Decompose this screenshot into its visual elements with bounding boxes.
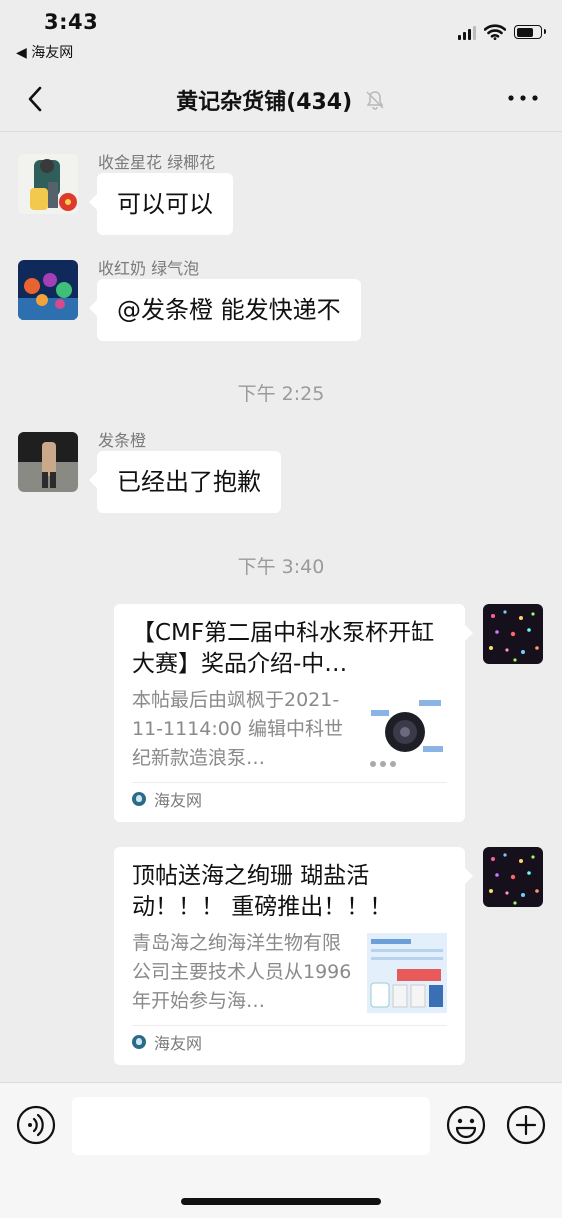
link-card[interactable]: 顶帖送海之绚珊 瑚盐活动！！！ 重磅推出！！！ 青岛海之绚海洋生物有限公司主要技…: [114, 847, 473, 1065]
link-card-thumbnail: [367, 690, 447, 770]
system-icons: [458, 24, 546, 40]
status-bar: 3:43 ◀ 海友网: [0, 0, 562, 66]
message-timestamp: 下午 3:40: [237, 556, 325, 578]
message-bubble[interactable]: @发条橙 能发快递不: [89, 279, 361, 341]
link-card-source: 海友网: [132, 1025, 447, 1058]
ellipsis-icon[interactable]: [506, 88, 540, 108]
link-card-thumbnail: [367, 933, 447, 1013]
chat-header: 黄记杂货铺(434): [0, 66, 562, 132]
wifi-icon: [484, 24, 506, 40]
link-card-source-name: 海友网: [154, 1034, 203, 1053]
avatar[interactable]: [483, 847, 543, 907]
chat-title: 黄记杂货铺(434): [0, 84, 562, 116]
sender-name: 收红奶 绿气泡: [98, 259, 200, 278]
voice-icon[interactable]: [16, 1105, 56, 1145]
avatar[interactable]: [18, 260, 78, 320]
link-card-title: 顶帖送海之绚珊 瑚盐活动！！！ 重磅推出！！！: [132, 863, 393, 920]
message-timestamp: 下午 2:25: [237, 383, 325, 405]
avatar[interactable]: [483, 604, 543, 664]
battery-icon: [514, 25, 546, 39]
plus-icon[interactable]: [506, 1105, 546, 1145]
status-time: 3:43: [44, 10, 99, 34]
bell-slash-icon: [366, 91, 384, 110]
emoji-icon[interactable]: [446, 1105, 486, 1145]
source-logo-icon: [132, 1035, 146, 1049]
cellular-signal-icon: [458, 24, 476, 40]
message-bubble[interactable]: 可以可以: [89, 173, 233, 235]
link-card-source: 海友网: [132, 782, 447, 815]
avatar[interactable]: [18, 432, 78, 492]
message-input[interactable]: [72, 1097, 430, 1155]
chat-title-text: 黄记杂货铺(434): [176, 90, 353, 115]
link-card-description: 本帖最后由飒枫于2021-11-1114:00 编辑中科世纪新款造浪泵…: [132, 689, 344, 769]
avatar[interactable]: [18, 154, 78, 214]
chat-messages[interactable]: 收金星花 绿椰花 可以可以 收红奶 绿气泡 @发条橙 能发快递不 下午 2:25…: [0, 132, 562, 1082]
home-indicator[interactable]: [181, 1198, 381, 1205]
source-logo-icon: [132, 792, 146, 806]
sender-name: 发条橙: [98, 431, 147, 450]
link-card[interactable]: 【CMF第二届中科水泵杯开缸大赛】奖品介绍-中… 本帖最后由飒枫于2021-11…: [114, 604, 473, 822]
message-bubble[interactable]: 已经出了抱歉: [89, 451, 281, 513]
link-card-description: 青岛海之绚海洋生物有限公司主要技术人员从1996年开始参与海…: [132, 932, 352, 1012]
sender-name: 收金星花 绿椰花: [98, 153, 216, 172]
link-card-source-name: 海友网: [154, 791, 203, 810]
link-card-title: 【CMF第二届中科水泵杯开缸大赛】奖品介绍-中…: [132, 620, 435, 677]
back-to-app-link[interactable]: ◀ 海友网: [16, 42, 73, 62]
